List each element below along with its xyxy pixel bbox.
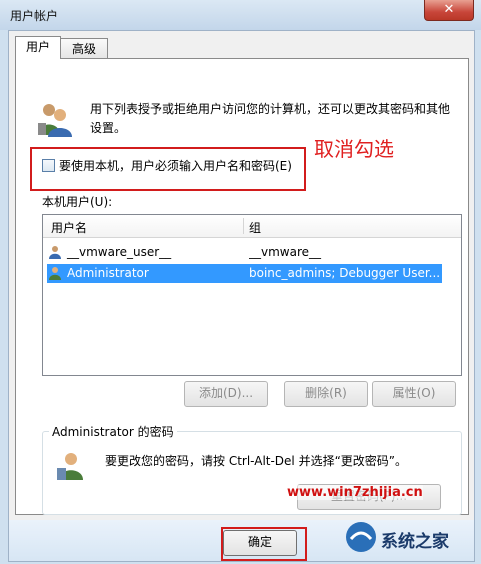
logo-mark-icon [346, 522, 376, 552]
table-row-selected[interactable]: Administrator boinc_admins; Debugger Use… [47, 264, 442, 283]
column-group[interactable]: 组 [249, 219, 261, 236]
user-password-icon [57, 453, 83, 480]
password-group-title: Administrator 的密码 [49, 423, 177, 440]
user-icon [49, 246, 61, 259]
table-row[interactable]: __vmware_user__ __vmware__ [47, 243, 442, 262]
tab-users-label: 用户 [25, 40, 50, 54]
cell-group: __vmware__ [249, 245, 322, 259]
users-tab-panel: 用下列表授予或拒绝用户访问您的计算机，还可以更改其密码和其他设置。 要使用本机，… [15, 58, 469, 515]
close-icon: ✕ [443, 2, 455, 17]
add-button[interactable]: 添加(D)... [184, 381, 268, 407]
close-button[interactable]: ✕ [424, 0, 474, 21]
listview-header: 用户名 组 [43, 215, 461, 238]
user-icon [49, 267, 61, 280]
window-title: 用户帐户 [10, 9, 59, 23]
ok-highlight-box [221, 527, 307, 561]
cell-group: boinc_admins; Debugger User... [249, 266, 441, 280]
annotation-text: 取消勾选 [314, 137, 394, 161]
highlight-box [30, 147, 306, 191]
column-divider[interactable] [243, 218, 244, 234]
users-listview[interactable]: 用户名 组 __vmware_user__ __vmware__ Adminis… [42, 214, 462, 376]
cell-username: __vmware_user__ [67, 245, 172, 259]
tab-users[interactable]: 用户 [15, 36, 61, 59]
users-icon [38, 104, 72, 137]
tab-advanced-label: 高级 [71, 42, 96, 56]
password-instruction: 要更改您的密码，请按 Ctrl-Alt-Del 并选择“更改密码”。 [105, 454, 408, 468]
password-groupbox: Administrator 的密码 要更改您的密码，请按 Ctrl-Alt-De… [42, 423, 462, 515]
cell-username: Administrator [67, 266, 149, 280]
properties-button[interactable]: 属性(O) [372, 381, 456, 407]
local-users-label: 本机用户(U): [42, 195, 113, 209]
dialog-client: 用户 高级 用下列表授予或拒绝用户访问您的计算机，还可以更改其密码和其他设置。 … [8, 30, 475, 562]
description-text: 用下列表授予或拒绝用户访问您的计算机，还可以更改其密码和其他设置。 [90, 102, 451, 135]
column-username[interactable]: 用户名 [51, 219, 87, 236]
remove-button[interactable]: 删除(R) [284, 381, 368, 407]
logo-text: 系统之家 [381, 532, 449, 552]
title-bar: 用户帐户 ✕ [0, 0, 481, 30]
tab-advanced[interactable]: 高级 [60, 38, 108, 59]
watermark-url: www.win7zhijia.cn [287, 485, 423, 500]
